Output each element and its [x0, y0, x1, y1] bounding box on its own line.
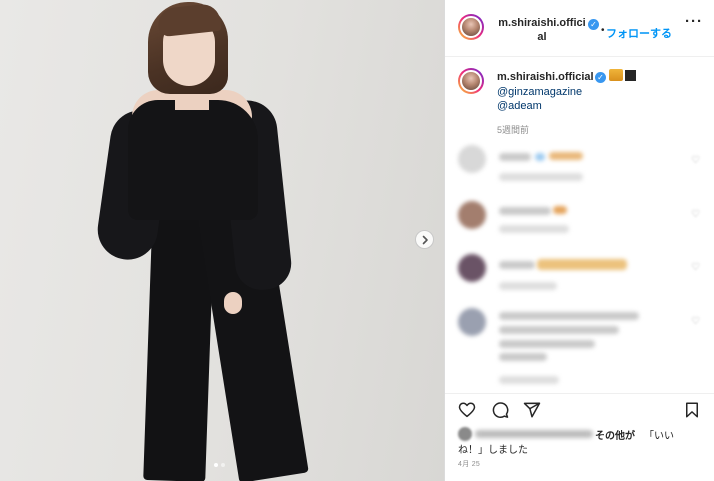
heart-icon[interactable] [458, 401, 476, 419]
heart-icon[interactable]: ♡ [691, 262, 700, 273]
carousel-dot [221, 463, 225, 467]
comment-blurred-text [499, 153, 531, 161]
header-separator: • [601, 25, 605, 36]
bookmark-icon[interactable] [683, 401, 701, 419]
comment-blurred-text [549, 152, 583, 160]
likes-summary: その他が 「いい ね！」しました [445, 425, 714, 459]
more-horizontal-icon[interactable]: ··· [685, 13, 703, 30]
comment-blurred-text [499, 326, 619, 334]
black-square-emoji-icon [625, 70, 636, 81]
likes-text: ね！」しました [458, 445, 528, 456]
comment-icon[interactable] [491, 401, 509, 419]
mention-link[interactable]: @adeam [497, 100, 542, 112]
heart-icon[interactable]: ♡ [691, 209, 700, 220]
carousel-dot-active [214, 463, 218, 467]
comment-blurred-text [535, 153, 545, 161]
caption-username[interactable]: m.shiraishi.official [497, 71, 594, 83]
instagram-post: m.shiraishi.official ✓ • フォローする ··· m.sh… [0, 0, 714, 481]
comment-blurred-meta [499, 376, 559, 384]
likes-link[interactable]: 「いい [644, 427, 674, 442]
avatar [458, 254, 486, 282]
heart-icon[interactable]: ♡ [691, 155, 700, 166]
comment-blurred-text [499, 207, 551, 215]
follow-button[interactable]: フォローする [606, 25, 672, 41]
header-username[interactable]: m.shiraishi.official [497, 16, 587, 44]
comment-blurred-text [499, 261, 535, 269]
avatar [458, 201, 486, 229]
photo-figure-part [128, 100, 258, 220]
post-side-panel: m.shiraishi.official ✓ • フォローする ··· m.sh… [444, 0, 714, 481]
heart-icon[interactable]: ♡ [691, 316, 700, 327]
comment-blurred-meta [499, 173, 583, 181]
post-header: m.shiraishi.official ✓ • フォローする ··· [445, 0, 714, 57]
chevron-right-icon [422, 235, 428, 244]
avatar [458, 308, 486, 336]
verified-badge-icon: ✓ [588, 19, 599, 30]
emoji-icon [609, 69, 623, 81]
avatar[interactable] [458, 68, 484, 94]
photo-figure-part [224, 292, 242, 314]
comment-blurred-meta [499, 225, 569, 233]
caption-timestamp: 5週間前 [497, 125, 530, 135]
paper-plane-icon[interactable] [523, 401, 541, 419]
comment-blurred-text [553, 206, 567, 214]
comment-blurred-text [499, 340, 595, 348]
avatar [458, 145, 486, 173]
comment-blurred-text [499, 312, 639, 320]
carousel-next-button[interactable] [415, 230, 434, 249]
avatar[interactable] [458, 14, 484, 40]
comment-blurred-text [499, 353, 547, 361]
likes-others-text: その他が [595, 431, 635, 442]
post-actions-bar [445, 393, 714, 425]
mention-link[interactable]: @ginzamagazine [497, 86, 582, 98]
likes-blurred-username [475, 430, 593, 438]
post-photo[interactable] [0, 0, 444, 481]
verified-badge-icon: ✓ [595, 72, 606, 83]
post-caption: m.shiraishi.official ✓ @ginzamagazine @a… [445, 57, 714, 137]
comment-blurred-text [537, 259, 627, 270]
comment-blurred-meta [499, 282, 557, 290]
carousel-dots [214, 463, 225, 467]
avatar [458, 427, 472, 441]
post-date: 4月 25 [458, 461, 481, 468]
